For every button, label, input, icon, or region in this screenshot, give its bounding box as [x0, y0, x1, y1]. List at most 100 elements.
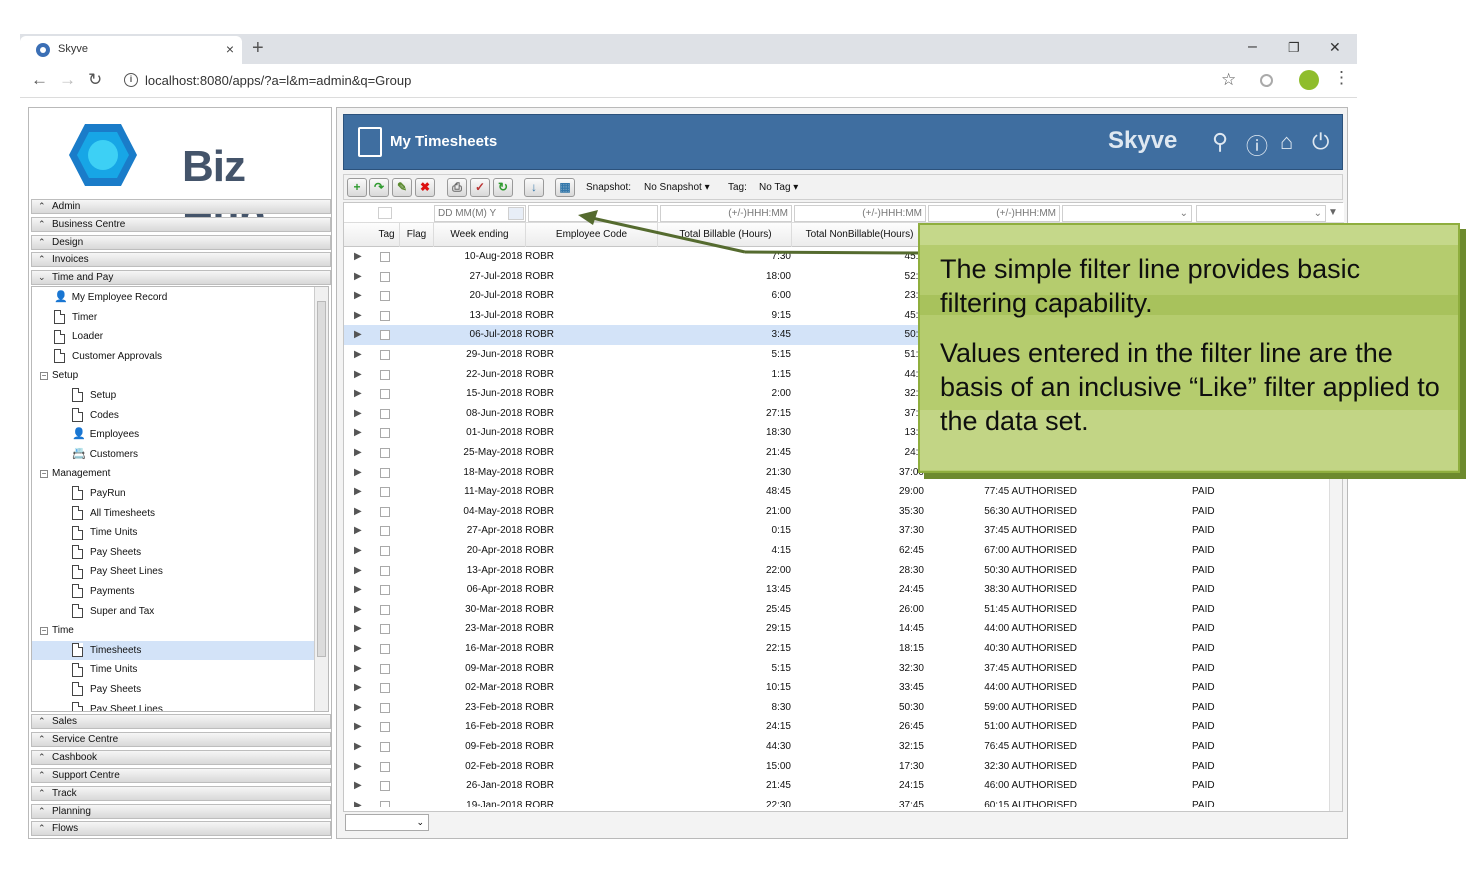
row-tag-checkbox[interactable] [380, 467, 390, 478]
row-tag-checkbox[interactable] [380, 350, 390, 360]
nav-tree-item[interactable]: Timesheets [32, 640, 314, 660]
row-tag-checkbox[interactable] [380, 408, 390, 419]
table-row[interactable]: ▶ 16-Feb-2018 ROBR 24:15 26:45 51:00 AUTHORI… [344, 717, 1330, 737]
employee-filter-input[interactable] [528, 205, 658, 222]
nav-tree-item[interactable]: − Management [32, 464, 314, 483]
expand-row-icon[interactable]: ▶ [354, 521, 362, 540]
edit-icon[interactable]: ✎ [392, 178, 412, 197]
expand-row-icon[interactable]: ▶ [354, 482, 362, 501]
row-tag-checkbox[interactable] [380, 526, 390, 537]
nav-section-invoices[interactable]: ⌃ Invoices [31, 252, 331, 268]
new-tab-button[interactable]: + [252, 37, 264, 60]
expand-row-icon[interactable]: ▶ [354, 345, 362, 364]
zoom-in-icon[interactable]: ↷ [369, 178, 389, 197]
column-header[interactable]: Total NonBillable(Hours) [794, 223, 926, 247]
nav-tree-item[interactable]: Timer [32, 308, 314, 327]
back-button[interactable]: ← [31, 70, 48, 90]
calendar-icon[interactable] [508, 207, 524, 220]
total-filter-input[interactable]: (+/-)HHH:MM [928, 205, 1060, 222]
info-icon[interactable]: i [124, 73, 138, 87]
nav-tree-item[interactable]: Codes [32, 406, 314, 425]
row-tag-checkbox[interactable] [380, 624, 390, 635]
nav-section-planning[interactable]: ⌃ Planning [31, 803, 331, 819]
expand-row-icon[interactable]: ▶ [354, 619, 362, 638]
restore-button[interactable]: ❐ [1288, 40, 1300, 56]
download-icon[interactable]: ↓ [524, 178, 544, 197]
report-icon[interactable]: ✓ [470, 178, 490, 197]
expand-row-icon[interactable]: ▶ [354, 423, 362, 442]
expand-row-icon[interactable]: ▶ [354, 561, 362, 580]
table-row[interactable]: ▶ 19-Jan-2018 ROBR 22:30 37:45 60:15 AUTHORI… [344, 796, 1330, 807]
nav-tree-item[interactable]: PayRun [32, 484, 314, 503]
row-tag-checkbox[interactable] [380, 761, 390, 772]
expand-row-icon[interactable]: ▶ [354, 306, 362, 325]
expand-row-icon[interactable]: ▶ [354, 404, 362, 423]
row-tag-checkbox[interactable] [380, 369, 390, 380]
nav-section-flows[interactable]: ⌃ Flows [31, 821, 331, 837]
expand-row-icon[interactable]: ▶ [354, 384, 362, 403]
table-row[interactable]: ▶ 04-May-2018 ROBR 21:00 35:30 56:30 AUTHORI… [344, 502, 1330, 522]
row-tag-checkbox[interactable] [380, 506, 390, 517]
nav-tree-item[interactable]: Pay Sheet Lines [32, 562, 314, 581]
browser-tab[interactable]: Skyve × [20, 36, 242, 64]
row-tag-checkbox[interactable] [380, 565, 390, 576]
row-tag-checkbox[interactable] [380, 722, 390, 733]
column-header[interactable]: Employee Code [526, 223, 658, 247]
expand-row-icon[interactable]: ▶ [354, 737, 362, 756]
profile-avatar[interactable] [1299, 70, 1319, 90]
refresh-icon[interactable]: ↻ [493, 178, 513, 197]
table-row[interactable]: ▶ 27-Apr-2018 ROBR 0:15 37:30 37:45 AUTHORIS… [344, 521, 1330, 541]
table-row[interactable]: ▶ 20-Apr-2018 ROBR 4:15 62:45 67:00 AUTHORIS… [344, 541, 1330, 561]
table-row[interactable]: ▶ 09-Mar-2018 ROBR 5:15 32:30 37:45 AUTHORIS… [344, 659, 1330, 679]
info-icon[interactable]: ⓘ [1246, 129, 1268, 161]
status-filter-select[interactable]: ⌄ [1062, 205, 1192, 222]
nav-tree-item[interactable]: Setup [32, 386, 314, 405]
row-tag-checkbox[interactable] [380, 644, 390, 654]
browser-menu-icon[interactable]: ⋮ [1333, 68, 1350, 88]
payment-filter-select[interactable]: ⌄ [1196, 205, 1326, 222]
nav-section-support-centre[interactable]: ⌃ Support Centre [31, 767, 331, 783]
nav-tree-scroll-thumb[interactable] [317, 301, 326, 657]
nav-tree-item[interactable]: Time Units [32, 523, 314, 542]
tag-select[interactable]: No Tag ▾ [759, 182, 798, 193]
column-header[interactable]: Flag [400, 223, 434, 247]
row-tag-checkbox[interactable] [380, 487, 390, 498]
table-row[interactable]: ▶ 23-Feb-2018 ROBR 8:30 50:30 59:00 AUTHORIS… [344, 698, 1330, 718]
page-size-select[interactable]: ⌄ [345, 814, 429, 831]
columns-icon[interactable]: ▦ [555, 178, 575, 197]
billable-filter-input[interactable]: (+/-)HHH:MM [660, 205, 792, 222]
nav-section-time-and-pay[interactable]: ⌄ Time and Pay [31, 270, 331, 286]
row-tag-checkbox[interactable] [380, 585, 390, 596]
nav-tree-item[interactable]: Customer Approvals [32, 347, 314, 366]
expand-row-icon[interactable]: ▶ [354, 541, 362, 560]
extension-icon[interactable] [1260, 74, 1273, 87]
export-icon[interactable]: ⎙ [447, 178, 467, 197]
nav-tree-item[interactable]: − Setup [32, 366, 314, 385]
column-header[interactable]: Tag [374, 223, 400, 247]
bookmark-star-icon[interactable]: ☆ [1221, 70, 1236, 90]
table-row[interactable]: ▶ 06-Apr-2018 ROBR 13:45 24:45 38:30 AUTHORI… [344, 580, 1330, 600]
filter-funnel-icon[interactable]: ▼ [1328, 205, 1342, 222]
nav-tree-item[interactable]: Loader [32, 327, 314, 346]
row-tag-checkbox[interactable] [380, 448, 390, 458]
row-tag-checkbox[interactable] [380, 310, 390, 321]
nav-tree-item[interactable]: Time Units [32, 660, 314, 679]
row-tag-checkbox[interactable] [380, 742, 390, 752]
expand-row-icon[interactable]: ▶ [354, 698, 362, 717]
table-row[interactable]: ▶ 26-Jan-2018 ROBR 21:45 24:15 46:00 AUTHORI… [344, 776, 1330, 796]
power-icon[interactable]: ⏻ [1312, 129, 1329, 155]
delete-icon[interactable]: ✖ [415, 178, 435, 197]
nav-tree-item[interactable]: 👤 Employees [32, 425, 314, 444]
nav-tree-item[interactable]: 📇 Customers [32, 445, 314, 464]
row-tag-checkbox[interactable] [380, 683, 390, 694]
nav-section-design[interactable]: ⌃ Design [31, 234, 331, 250]
nav-tree-item[interactable]: Payments [32, 582, 314, 601]
expand-row-icon[interactable]: ▶ [354, 247, 362, 266]
expand-row-icon[interactable]: ▶ [354, 757, 362, 776]
expand-row-icon[interactable]: ▶ [354, 502, 362, 521]
row-tag-checkbox[interactable] [380, 800, 390, 807]
expand-row-icon[interactable]: ▶ [354, 365, 362, 384]
nav-tree-item[interactable]: All Timesheets [32, 504, 314, 523]
expand-row-icon[interactable]: ▶ [354, 639, 362, 658]
row-tag-checkbox[interactable] [380, 389, 390, 400]
